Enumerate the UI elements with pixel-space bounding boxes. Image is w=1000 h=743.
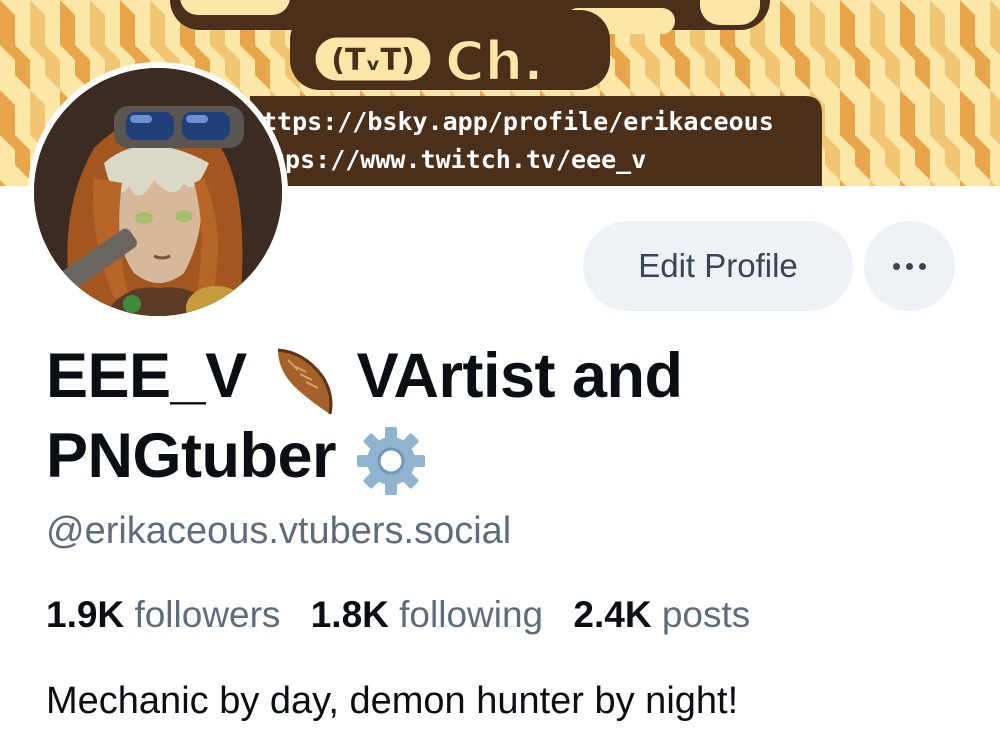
posts-label: posts [661,594,751,635]
avatar-image [34,68,282,316]
ellipsis-icon [893,262,926,270]
followers-link[interactable]: 1.9K followers [46,594,280,635]
gear-icon [353,423,429,499]
banner-emoticon: (TᵥT) [331,43,414,78]
profile-page: (TᵥT) Ch. ttps://bsky.app/profile/erikac… [0,0,1000,743]
display-name: EEE_V VArtist and PNGtuber [46,338,946,499]
posts-count-display: 2.4K posts [573,594,750,635]
followers-count: 1.9K [46,594,125,635]
display-name-part2: VArtist and [356,341,683,411]
ellipsis-dot [919,262,926,270]
followers-label: followers [134,594,281,635]
following-link[interactable]: 1.8K following [311,594,543,635]
banner-channel-text: Ch. [445,30,544,93]
ellipsis-dot [893,262,900,270]
posts-count: 2.4K [573,594,652,635]
avatar-illustration [34,68,282,316]
profile-handle: @erikaceous.vtubers.social [46,510,512,552]
profile-stats: 1.9K followers 1.8K following 2.4K posts [46,594,770,636]
more-options-button[interactable] [864,221,955,311]
following-label: following [399,594,544,635]
feather-icon [264,342,340,418]
banner-link-twitch: tps://www.twitch.tv/eee_v [270,145,646,174]
banner-link-bluesky: ttps://bsky.app/profile/erikaceous [262,107,774,136]
edit-profile-button[interactable]: Edit Profile [583,221,853,311]
display-name-part1: EEE_V [46,341,247,411]
avatar[interactable] [28,62,288,322]
display-name-part3: PNGtuber [46,421,337,492]
ellipsis-dot [906,262,913,270]
profile-bio: Mechanic by day, demon hunter by night! [46,680,739,722]
following-count: 1.8K [310,594,389,635]
